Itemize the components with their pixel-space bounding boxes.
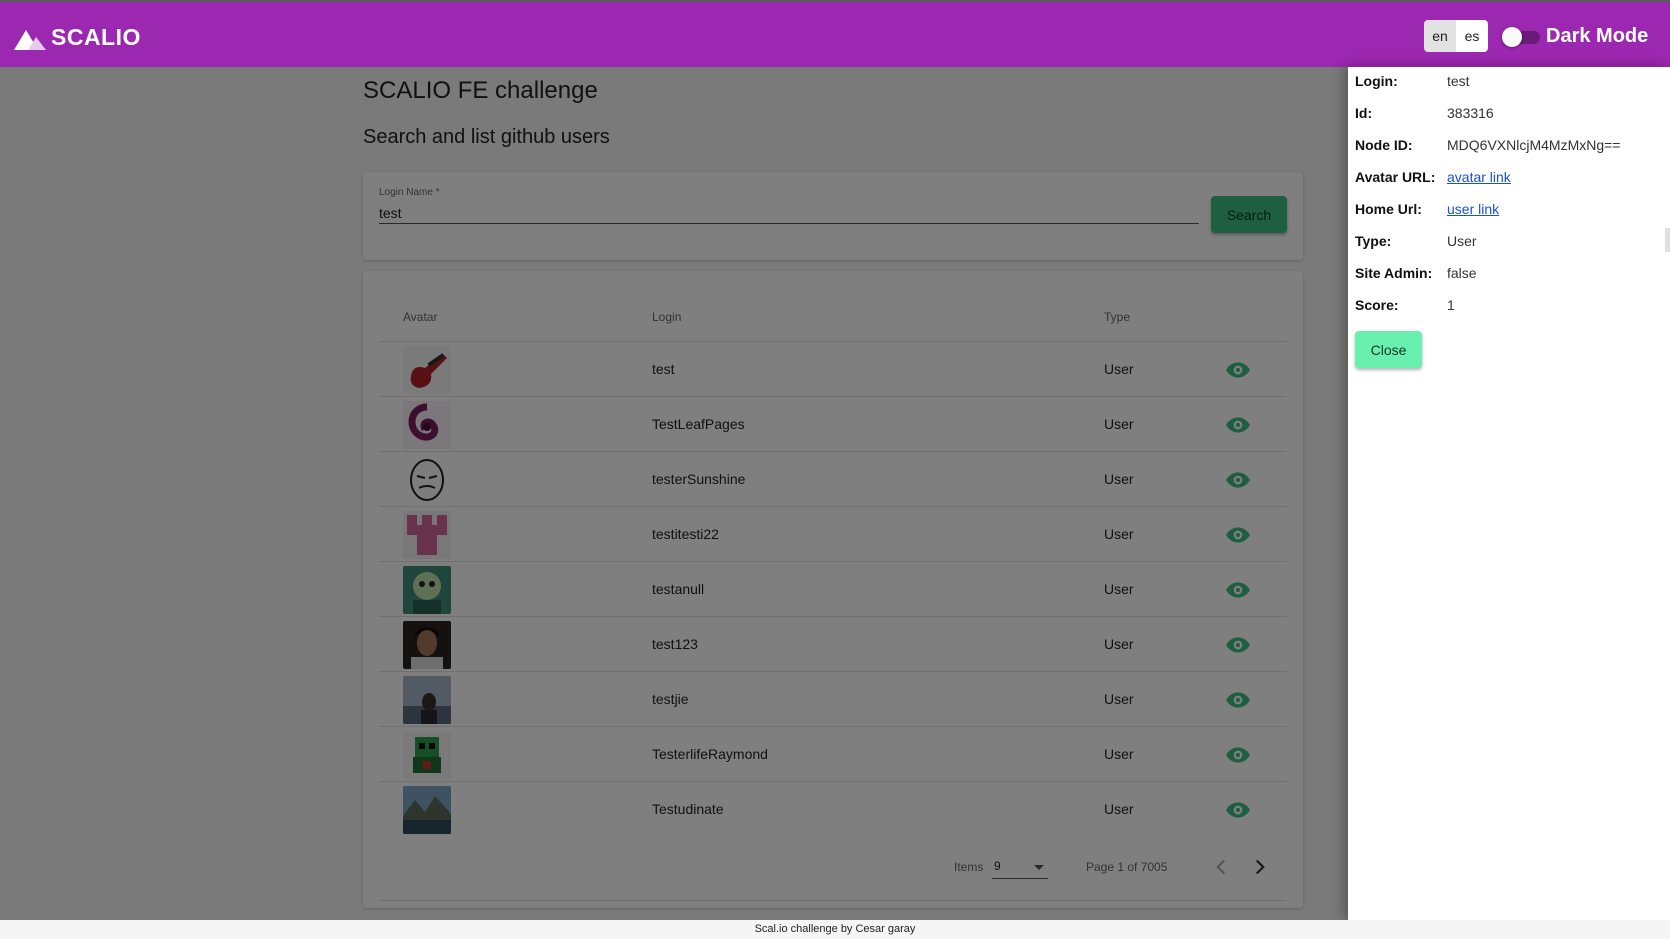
language-switcher: en es [1424,20,1488,52]
language-en-button[interactable]: en [1424,20,1456,52]
dark-mode-label: Dark Mode [1546,25,1649,47]
language-es-button[interactable]: es [1456,20,1488,52]
mountain-logo-icon [14,29,46,50]
detail-label: Type: [1355,233,1392,249]
detail-label: Site Admin: [1355,265,1433,281]
close-button[interactable]: Close [1355,331,1422,368]
detail-label: Avatar URL: [1355,169,1436,185]
toggle-thumb [1502,27,1522,47]
detail-value: User [1447,233,1477,249]
footer: Scal.io challenge by Cesar garay [0,920,1670,939]
user-link[interactable]: user link [1447,201,1499,217]
scrollbar[interactable] [1665,228,1670,252]
detail-label: Score: [1355,297,1399,313]
app-header: SCALIO en es Dark Mode [0,0,1670,67]
user-detail-drawer: Login: test Id: 383316 Node ID: MDQ6VXNl… [1348,67,1670,920]
logo[interactable]: SCALIO [14,24,141,51]
detail-value: 1 [1447,297,1455,313]
detail-label: Id: [1355,105,1373,121]
detail-label: Login: [1355,73,1398,89]
logo-text: SCALIO [51,24,141,50]
modal-backdrop[interactable] [0,67,1348,920]
detail-value: test [1447,73,1470,89]
detail-label: Home Url: [1355,201,1422,217]
avatar-link[interactable]: avatar link [1447,169,1511,185]
detail-value: false [1447,265,1477,281]
detail-value: MDQ6VXNlcjM4MzMxNg== [1447,137,1621,153]
dark-mode-toggle[interactable] [1502,27,1540,47]
detail-value: 383316 [1447,105,1494,121]
detail-label: Node ID: [1355,137,1413,153]
